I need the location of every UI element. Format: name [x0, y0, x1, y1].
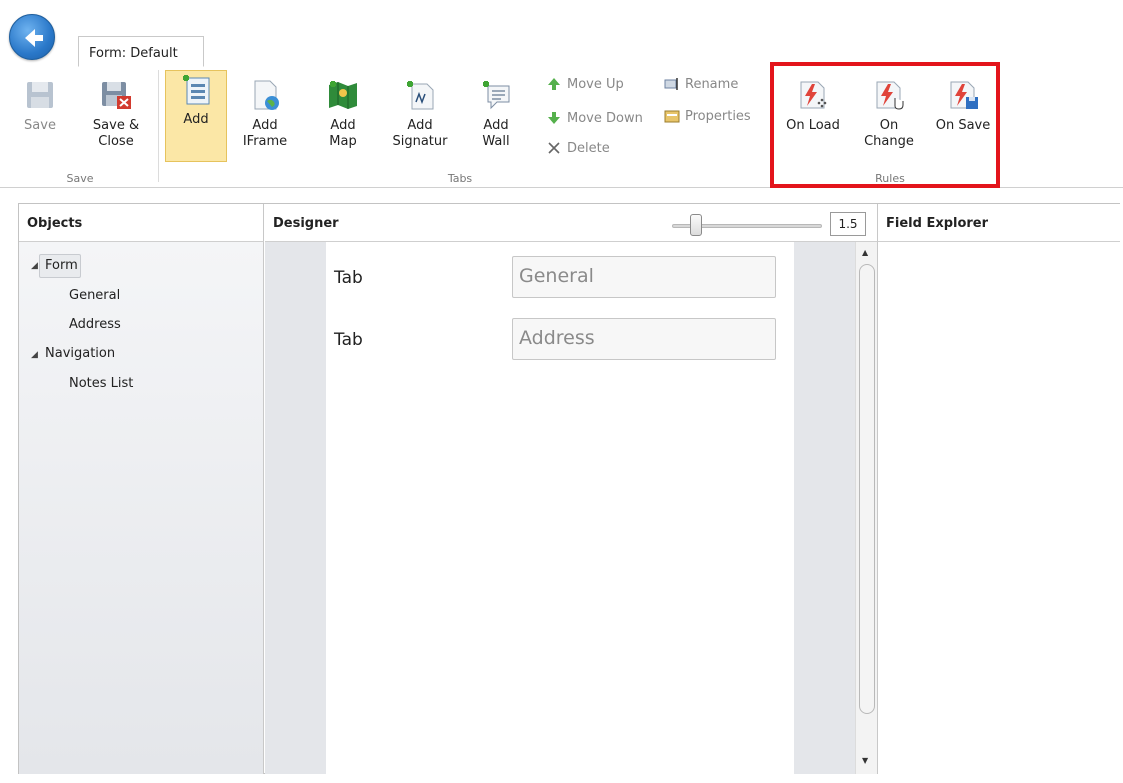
designer-scrollbar[interactable]: ▲ ▼ — [855, 242, 877, 774]
group-label-tabs: Tabs — [447, 172, 473, 185]
tree-item-general[interactable]: General — [69, 288, 120, 303]
save-close-icon — [102, 82, 131, 109]
on-load-rule-icon — [800, 81, 827, 109]
add-signature-button[interactable]: Add Signatur — [390, 78, 450, 150]
panels-container: Objects Designer Field Explorer ◢ Form G… — [18, 203, 1120, 774]
designer-panel-header: Designer — [265, 204, 877, 242]
add-wall-label-1: Add — [483, 118, 509, 133]
designer-canvas: Tab General Tab Address — [326, 242, 794, 774]
expand-arrow-icon[interactable]: ◢ — [31, 350, 38, 360]
delete-button[interactable]: Delete — [546, 140, 610, 156]
add-iframe-label-1: Add — [252, 118, 278, 133]
delete-label: Delete — [567, 140, 610, 156]
scrollbar-thumb[interactable] — [859, 264, 875, 714]
save-disk-icon — [27, 82, 53, 108]
ribbon-separator — [770, 70, 771, 182]
field-explorer-panel — [877, 242, 1120, 774]
objects-panel-header: Objects — [19, 204, 264, 242]
expand-arrow-icon[interactable]: ◢ — [31, 261, 38, 271]
tab-row-label: Tab — [334, 268, 363, 288]
map-icon — [329, 81, 357, 109]
on-save-label: On Save — [935, 118, 991, 133]
save-close-button[interactable]: Save & Close — [88, 78, 144, 150]
wall-comment-icon — [483, 81, 510, 110]
add-signature-label-1: Add — [407, 118, 433, 133]
on-save-rule-icon — [950, 81, 978, 109]
move-down-label: Move Down — [567, 110, 643, 126]
scroll-up-arrow-icon[interactable]: ▲ — [862, 248, 868, 257]
group-label-save: Save — [66, 172, 94, 185]
add-wall-label-2: Wall — [482, 134, 510, 149]
add-iframe-button[interactable]: Add IFrame — [242, 78, 288, 150]
tree-item-navigation[interactable]: Navigation — [45, 346, 115, 361]
form-tab[interactable]: Form: Default — [78, 36, 204, 67]
rename-label: Rename — [685, 76, 739, 92]
back-arrow-icon — [25, 29, 43, 47]
add-label: Add — [183, 112, 209, 127]
move-down-button[interactable]: Move Down — [546, 110, 643, 126]
on-change-label-1: On — [879, 118, 899, 133]
properties-label: Properties — [685, 108, 751, 124]
form-tab-label: Form: Default — [89, 46, 178, 61]
properties-icon — [664, 110, 680, 123]
designer-panel: Tab General Tab Address — [265, 242, 877, 774]
zoom-slider-thumb[interactable] — [690, 214, 702, 236]
save-close-label-1: Save & — [92, 118, 140, 133]
add-wall-button[interactable]: Add Wall — [474, 78, 518, 150]
delete-x-icon — [548, 142, 560, 154]
on-change-rule-icon — [876, 81, 904, 110]
zoom-value: 1.5 — [830, 212, 866, 236]
back-button[interactable] — [9, 14, 55, 60]
tree-item-notes-list[interactable]: Notes List — [69, 376, 133, 391]
group-label-rules: Rules — [875, 172, 905, 185]
add-tab-icon — [183, 75, 210, 105]
signature-icon — [407, 81, 434, 110]
rename-button[interactable]: Rename — [664, 76, 738, 92]
add-map-label-1: Add — [330, 118, 356, 133]
save-label: Save — [24, 118, 56, 133]
on-change-label-2: Change — [864, 134, 914, 149]
explorer-panel-title: Field Explorer — [886, 216, 989, 231]
add-map-button[interactable]: Add Map — [320, 78, 366, 150]
tab-row-label: Tab — [334, 330, 363, 350]
move-up-button[interactable]: Move Up — [546, 76, 624, 92]
tree-item-address[interactable]: Address — [69, 317, 121, 332]
on-load-button[interactable]: On Load — [784, 78, 842, 134]
ribbon-separator — [158, 70, 159, 182]
tab-address-field[interactable]: Address — [512, 318, 776, 360]
iframe-globe-icon — [254, 80, 279, 110]
add-tab-button[interactable]: Add — [173, 72, 219, 128]
on-change-button[interactable]: On Change — [860, 78, 918, 150]
tree-item-form[interactable]: Form — [45, 258, 78, 273]
add-map-label-2: Map — [329, 134, 357, 149]
on-save-button[interactable]: On Save — [932, 78, 994, 134]
designer-panel-title: Designer — [273, 216, 339, 231]
add-signature-label-2: Signatur — [392, 134, 448, 149]
arrow-up-icon — [548, 78, 560, 90]
on-load-label: On Load — [786, 118, 840, 133]
save-close-label-2: Close — [98, 134, 134, 149]
scroll-down-arrow-icon[interactable]: ▼ — [862, 756, 868, 765]
explorer-panel-header: Field Explorer — [877, 204, 1120, 242]
properties-button[interactable]: Properties — [664, 108, 751, 124]
move-up-label: Move Up — [567, 76, 624, 92]
save-button[interactable]: Save — [20, 78, 60, 134]
arrow-down-icon — [548, 112, 560, 124]
tab-general-field[interactable]: General — [512, 256, 776, 298]
rename-icon — [664, 78, 678, 90]
objects-panel: ◢ Form General Address ◢ Navigation Note… — [19, 242, 264, 774]
add-iframe-label-2: IFrame — [242, 134, 288, 149]
objects-panel-title: Objects — [27, 216, 83, 231]
